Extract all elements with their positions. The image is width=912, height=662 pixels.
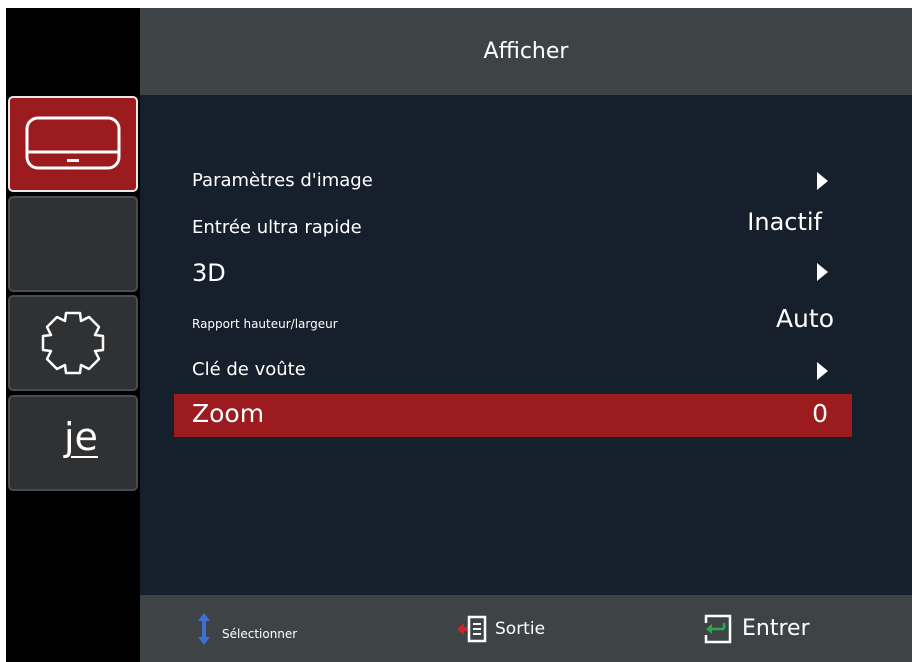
footer-enter-hint: Entrer — [700, 595, 810, 662]
footer-select-hint: Sélectionner — [196, 595, 297, 662]
enter-label: Entrer — [742, 616, 810, 641]
menu-item-label: 3D — [192, 259, 226, 287]
menu-item-zoom[interactable]: Zoom 0 — [174, 394, 852, 437]
menu-item-image-settings[interactable]: Paramètres d'image — [174, 166, 852, 196]
menu-item-label: Entrée ultra rapide — [192, 217, 362, 238]
monitor-icon — [25, 116, 121, 170]
menu-item-aspect-ratio[interactable]: Rapport hauteur/largeur Auto — [174, 304, 852, 340]
sidebar-tab-audio[interactable] — [8, 196, 138, 292]
page-title: Afficher — [483, 39, 569, 64]
exit-label: Sortie — [495, 618, 546, 639]
info-icon: je — [64, 415, 98, 459]
select-label: Sélectionner — [222, 626, 298, 641]
chevron-right-icon — [817, 362, 828, 380]
sidebar-tab-display[interactable] — [8, 96, 138, 192]
chevron-right-icon — [817, 263, 828, 281]
menu-item-value: Inactif — [747, 208, 822, 236]
chevron-right-icon — [817, 172, 828, 190]
sidebar-tab-settings[interactable] — [8, 295, 138, 391]
exit-icon — [457, 615, 487, 642]
menu-item-label: Zoom — [192, 399, 265, 428]
menu-item-fast-input[interactable]: Entrée ultra rapide Inactif — [174, 208, 852, 242]
menu-item-label: Clé de voûte — [192, 359, 306, 380]
osd-screen: Afficher je Paramètres d'image Entrée ul… — [6, 8, 912, 662]
gear-icon — [41, 311, 105, 375]
menu-item-label: Paramètres d'image — [192, 170, 373, 191]
up-down-arrow-icon — [198, 612, 210, 645]
footer-exit-hint: Sortie — [455, 595, 545, 662]
menu-item-label: Rapport hauteur/largeur — [192, 317, 338, 331]
footer-bar: Sélectionner Sortie Entrer — [140, 595, 912, 662]
enter-icon — [704, 614, 732, 643]
menu-item-3d[interactable]: 3D — [174, 256, 852, 290]
menu-header: Afficher — [140, 8, 912, 95]
sidebar-tab-info[interactable]: je — [8, 395, 138, 491]
menu-item-value: Auto — [775, 304, 834, 333]
menu-item-keystone[interactable]: Clé de voûte — [174, 356, 852, 386]
menu-item-value: 0 — [812, 399, 828, 428]
